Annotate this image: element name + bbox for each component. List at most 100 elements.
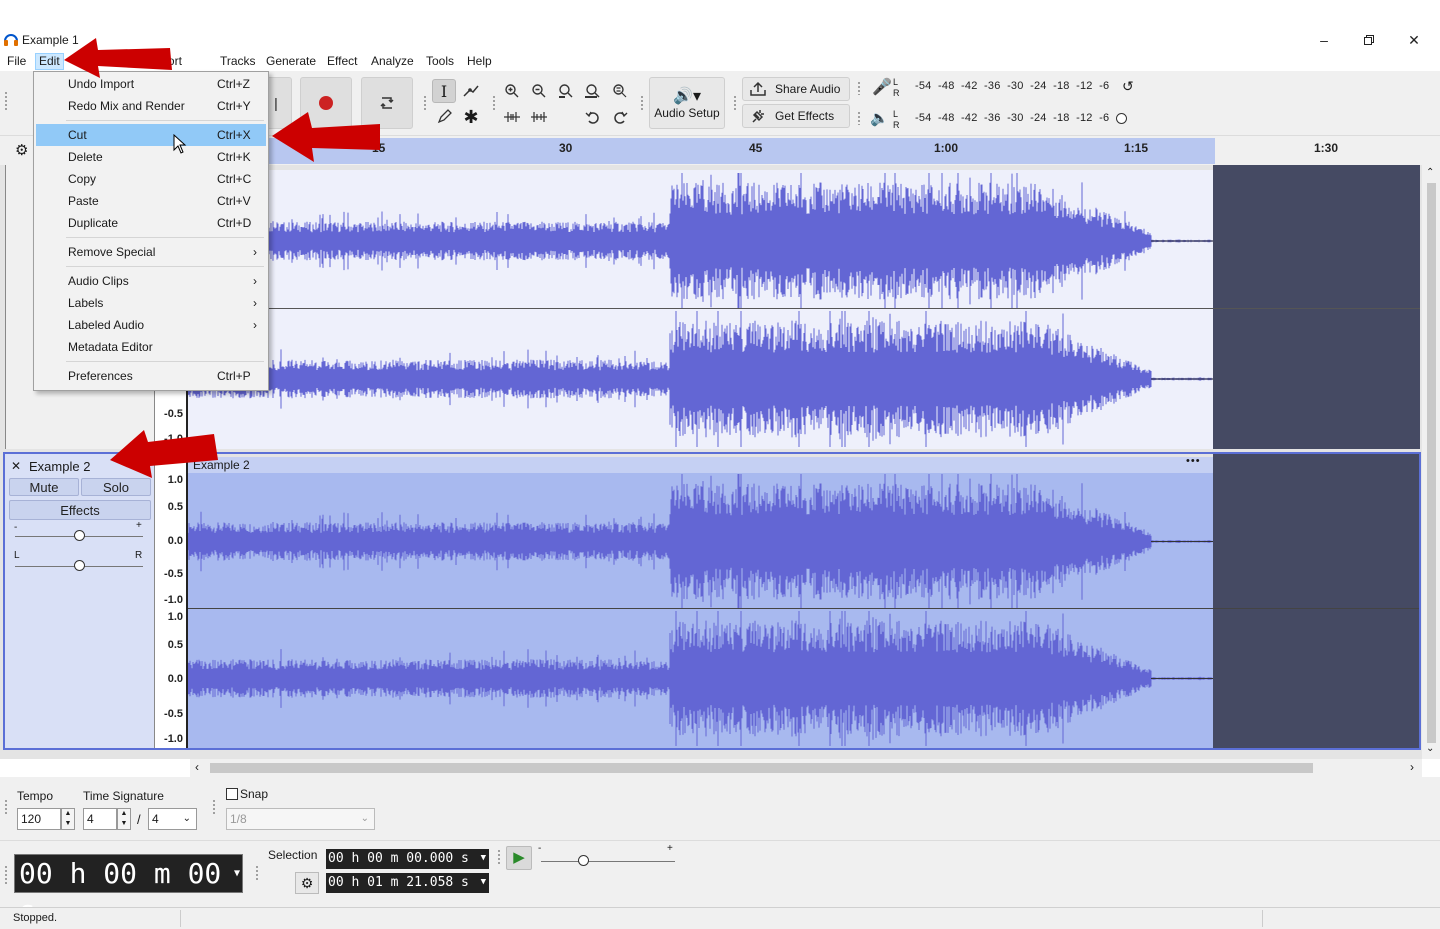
track-name[interactable]: Example 2 bbox=[29, 459, 90, 474]
redo-icon[interactable] bbox=[608, 105, 632, 129]
menu-item-cut[interactable]: Cut Ctrl+X bbox=[36, 124, 266, 146]
solo-button[interactable]: Solo bbox=[81, 478, 151, 496]
record-button[interactable] bbox=[300, 77, 352, 129]
menu-item-label: Undo Import bbox=[68, 77, 135, 91]
play-at-speed-button[interactable]: ▶ bbox=[506, 846, 532, 870]
loop-button[interactable] bbox=[361, 77, 413, 129]
menu-item-metadata-editor[interactable]: Metadata Editor bbox=[36, 336, 266, 358]
menu-item-preferences[interactable]: Preferences Ctrl+P bbox=[36, 365, 266, 387]
zoom-in-icon[interactable] bbox=[500, 79, 524, 103]
selection-settings-icon[interactable]: ⚙ bbox=[295, 872, 319, 894]
menu-effect[interactable]: Effect bbox=[324, 53, 360, 70]
zoom-toggle-icon[interactable] bbox=[608, 79, 632, 103]
menu-item-audio-clips[interactable]: Audio Clips › bbox=[36, 270, 266, 292]
trim-outside-icon[interactable] bbox=[500, 105, 524, 129]
menu-item-remove-special[interactable]: Remove Special › bbox=[36, 241, 266, 263]
clip-menu-icon[interactable]: ••• bbox=[1186, 455, 1201, 467]
tempo-input[interactable]: 120 bbox=[17, 808, 61, 830]
snap-select[interactable]: 1/8 ⌄ bbox=[226, 808, 375, 830]
audio-setup-button[interactable]: 🔊▾ Audio Setup bbox=[649, 77, 725, 129]
effects-button[interactable]: Effects bbox=[9, 500, 151, 520]
toolbar-grip[interactable] bbox=[4, 91, 8, 111]
close-icon[interactable]: ✕ bbox=[1392, 29, 1436, 51]
microphone-icon[interactable]: 🎤 bbox=[872, 77, 892, 97]
envelope-tool-icon[interactable] bbox=[459, 79, 483, 103]
menu-item-labeled-audio[interactable]: Labeled Audio › bbox=[36, 314, 266, 336]
minimize-icon[interactable]: – bbox=[1302, 29, 1346, 51]
share-audio-button[interactable]: Share Audio bbox=[742, 77, 850, 101]
meter-options-icon[interactable]: ↺ bbox=[1122, 78, 1134, 95]
time-display[interactable]: 00 h 00 m 00 s ▼ bbox=[14, 854, 243, 927]
toolbar-grip[interactable] bbox=[4, 865, 8, 885]
vertical-scroll-thumb[interactable] bbox=[1427, 183, 1436, 743]
menu-item-paste[interactable]: Paste Ctrl+V bbox=[36, 190, 266, 212]
play-speed-slider-handle[interactable] bbox=[578, 855, 589, 866]
snap-checkbox[interactable] bbox=[226, 788, 238, 800]
playback-volume-knob[interactable] bbox=[1116, 113, 1127, 124]
scroll-down-icon[interactable]: ⌄ bbox=[1426, 743, 1434, 754]
menu-tracks[interactable]: Tracks bbox=[217, 53, 259, 70]
time-signature-spinner[interactable]: ▲ ▼ bbox=[117, 808, 131, 830]
menu-generate[interactable]: Generate bbox=[263, 53, 319, 70]
timeline-settings-icon[interactable]: ⚙ bbox=[15, 141, 28, 159]
fit-selection-icon[interactable] bbox=[554, 79, 578, 103]
record-meter-scale[interactable]: -54 -48 -42 -36 -30 -24 -18 -12 -6 bbox=[915, 80, 1109, 92]
clip-name[interactable]: Example 2 bbox=[193, 458, 250, 472]
vertical-scrollbar[interactable]: ⌃ ⌄ bbox=[1422, 165, 1440, 759]
tempo-spinner[interactable]: ▲ ▼ bbox=[61, 808, 75, 830]
menu-item-delete[interactable]: Delete Ctrl+K bbox=[36, 146, 266, 168]
undo-icon[interactable] bbox=[581, 105, 605, 129]
menu-help[interactable]: Help bbox=[464, 53, 495, 70]
toolbar-grip[interactable] bbox=[212, 799, 216, 815]
silence-audio-icon[interactable] bbox=[527, 105, 551, 129]
scroll-up-icon[interactable]: ⌃ bbox=[1426, 167, 1434, 178]
selection-end-field[interactable]: 00 h 01 m 21.058 s ▼ bbox=[326, 873, 489, 893]
multi-tool-icon[interactable]: ✱ bbox=[459, 105, 483, 129]
toolbar-grip[interactable] bbox=[640, 95, 644, 111]
playback-speaker-icon[interactable]: 🔈 bbox=[870, 109, 889, 127]
track-1-clip[interactable] bbox=[188, 170, 1213, 449]
track-close-icon[interactable]: ✕ bbox=[11, 459, 21, 473]
menu-tools[interactable]: Tools bbox=[423, 53, 457, 70]
scroll-left-icon[interactable]: ‹ bbox=[195, 760, 199, 774]
gain-slider-handle[interactable] bbox=[74, 530, 85, 541]
restore-icon[interactable] bbox=[1347, 29, 1391, 51]
horizontal-scrollbar[interactable]: ‹ › bbox=[190, 759, 1422, 777]
draw-tool-icon[interactable] bbox=[432, 105, 456, 129]
toolbar-grip[interactable] bbox=[423, 95, 427, 111]
menu-item-duplicate[interactable]: Duplicate Ctrl+D bbox=[36, 212, 266, 234]
scroll-right-icon[interactable]: › bbox=[1410, 760, 1414, 774]
menu-analyze[interactable]: Analyze bbox=[368, 53, 417, 70]
pan-slider-handle[interactable] bbox=[74, 560, 85, 571]
playback-meter-scale[interactable]: -54 -48 -42 -36 -30 -24 -18 -12 -6 bbox=[915, 112, 1109, 124]
get-effects-button[interactable]: Get Effects bbox=[742, 104, 850, 128]
play-speed-slider-track[interactable] bbox=[541, 861, 675, 862]
menu-item-copy[interactable]: Copy Ctrl+C bbox=[36, 168, 266, 190]
fit-project-icon[interactable] bbox=[581, 79, 605, 103]
toolbar-grip[interactable] bbox=[255, 865, 259, 881]
track-2-clip[interactable] bbox=[188, 473, 1213, 748]
time-signature-denominator[interactable]: 4 ⌄ bbox=[148, 808, 197, 830]
time-signature-numerator[interactable]: 4 bbox=[83, 808, 117, 830]
toolbar-grip[interactable] bbox=[733, 95, 737, 111]
selection-start-field[interactable]: 00 h 00 m 00.000 s ▼ bbox=[326, 849, 489, 869]
menu-item-labels[interactable]: Labels › bbox=[36, 292, 266, 314]
menu-transport[interactable]: Transport bbox=[128, 53, 185, 70]
toolbar-grip[interactable] bbox=[492, 95, 496, 111]
zoom-out-icon[interactable] bbox=[527, 79, 551, 103]
menu-edit[interactable]: Edit bbox=[35, 53, 64, 70]
toolbar-grip[interactable] bbox=[857, 111, 861, 125]
clip-header[interactable]: Example 2 ••• bbox=[188, 455, 1213, 473]
menu-file[interactable]: File bbox=[4, 53, 29, 70]
selection-tool-icon[interactable]: I bbox=[432, 79, 456, 103]
mute-button[interactable]: Mute bbox=[9, 478, 79, 496]
menu-item-undo-import[interactable]: Undo Import Ctrl+Z bbox=[36, 73, 266, 95]
toolbar-grip[interactable] bbox=[4, 799, 8, 815]
toolbar-grip[interactable] bbox=[497, 849, 501, 865]
track-2-empty-area[interactable] bbox=[1213, 454, 1419, 748]
track-1-empty-area[interactable] bbox=[1213, 165, 1420, 449]
toolbar-grip[interactable] bbox=[857, 81, 861, 95]
track-2-control-panel[interactable]: ✕ Example 2 Mute Solo Effects - + L R bbox=[5, 454, 155, 748]
menu-item-redo[interactable]: Redo Mix and Render Ctrl+Y bbox=[36, 95, 266, 117]
horizontal-scroll-thumb[interactable] bbox=[210, 763, 1313, 773]
